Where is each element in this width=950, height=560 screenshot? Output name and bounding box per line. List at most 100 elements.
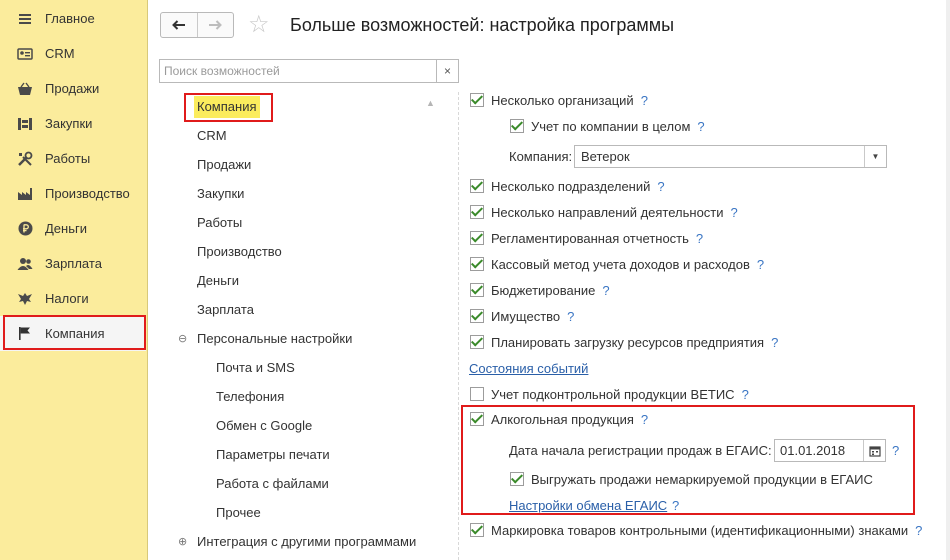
- egais-date-help: ?: [892, 443, 899, 458]
- collapse-icon[interactable]: ⊖: [178, 332, 187, 345]
- alcohol-checkbox[interactable]: [470, 412, 484, 426]
- crm-icon: [17, 46, 33, 62]
- sidebar-item-label: Главное: [45, 11, 95, 26]
- marking-checkbox[interactable]: [470, 523, 484, 537]
- regulated-reporting-checkbox[interactable]: [470, 231, 484, 245]
- tree-item-sales[interactable]: Продажи: [197, 157, 251, 172]
- multiple-directions-checkbox[interactable]: [470, 205, 484, 219]
- multiple-departments-label: Несколько подразделений?: [491, 179, 665, 194]
- vetis-checkbox[interactable]: [470, 387, 484, 401]
- help-icon[interactable]: ?: [771, 335, 778, 350]
- tree-item-integration[interactable]: Интеграция с другими программами: [197, 534, 416, 549]
- chevron-down-icon[interactable]: ▼: [864, 146, 886, 167]
- tree-item-print-settings[interactable]: Параметры печати: [216, 447, 330, 462]
- help-icon[interactable]: ?: [672, 498, 679, 513]
- events-states-link[interactable]: Состояния событий: [469, 361, 588, 376]
- sidebar-item-label: Зарплата: [45, 256, 102, 271]
- tree-item-salary[interactable]: Зарплата: [197, 302, 254, 317]
- calendar-icon[interactable]: [863, 440, 885, 461]
- help-icon[interactable]: ?: [697, 119, 704, 134]
- cash-method-checkbox[interactable]: [470, 257, 484, 271]
- tree-item-telephony[interactable]: Телефония: [216, 389, 284, 404]
- tree-item-mail-sms[interactable]: Почта и SMS: [216, 360, 295, 375]
- sidebar-item-label: Налоги: [45, 291, 89, 306]
- sidebar-item-crm[interactable]: CRM: [0, 36, 146, 71]
- unmarked-sales-checkbox[interactable]: [510, 472, 524, 486]
- tree-item-files[interactable]: Работа с файлами: [216, 476, 329, 491]
- search-clear-button[interactable]: ×: [437, 59, 459, 83]
- page-title: Больше возможностей: настройка программы: [290, 15, 675, 35]
- multiple-orgs-checkbox[interactable]: [470, 93, 484, 107]
- close-icon: ×: [443, 64, 451, 78]
- company-select[interactable]: Ветерок ▼: [574, 145, 887, 168]
- marking-label: Маркировка товаров контрольными (идентиф…: [491, 523, 923, 538]
- multiple-departments-checkbox[interactable]: [470, 179, 484, 193]
- sidebar-item-money[interactable]: Деньги: [0, 211, 146, 246]
- multiple-directions-label: Несколько направлений деятельности?: [491, 205, 738, 220]
- tree-item-personal-settings[interactable]: Персональные настройки: [197, 331, 352, 346]
- tree-item-crm[interactable]: CRM: [197, 128, 227, 143]
- resource-planning-checkbox[interactable]: [470, 335, 484, 349]
- sidebar-item-salary[interactable]: Зарплата: [0, 246, 146, 281]
- help-icon[interactable]: ?: [915, 523, 922, 538]
- scroll-up-icon[interactable]: ▲: [426, 98, 435, 108]
- search-input[interactable]: [159, 59, 437, 83]
- multiple-orgs-label: Несколько организаций?: [491, 93, 648, 108]
- vetis-label: Учет подконтрольной продукции ВЕТИС?: [491, 387, 749, 402]
- sidebar-item-works[interactable]: Работы: [0, 141, 146, 176]
- sidebar-item-label: Продажи: [45, 81, 100, 96]
- tree-item-google-exchange[interactable]: Обмен с Google: [216, 418, 312, 433]
- egais-date-input[interactable]: 01.01.2018: [774, 439, 886, 462]
- company-accounting-label: Учет по компании в целом?: [531, 119, 705, 134]
- help-icon[interactable]: ?: [641, 412, 648, 427]
- sidebar-item-company[interactable]: Компания: [0, 316, 146, 351]
- egais-date-value: 01.01.2018: [780, 443, 846, 458]
- resource-planning-label: Планировать загрузку ресурсов предприяти…: [491, 335, 779, 350]
- egais-settings-help: ?: [665, 498, 679, 513]
- sidebar-item-taxes[interactable]: Налоги: [0, 281, 146, 316]
- budgeting-label: Бюджетирование?: [491, 283, 610, 298]
- tools-icon: [17, 151, 33, 167]
- flag-icon: [17, 326, 33, 342]
- tree-item-company[interactable]: Компания: [197, 99, 257, 114]
- back-button[interactable]: [161, 13, 197, 37]
- scrollbar[interactable]: [946, 0, 950, 560]
- sidebar-item-main[interactable]: Главное: [0, 1, 146, 36]
- warehouse-icon: [17, 116, 33, 132]
- sections-panel: Главное CRM Продажи Закупки Работы Произ…: [0, 0, 148, 560]
- budgeting-checkbox[interactable]: [470, 283, 484, 297]
- help-icon[interactable]: ?: [696, 231, 703, 246]
- help-icon[interactable]: ?: [657, 179, 664, 194]
- help-icon[interactable]: ?: [641, 93, 648, 108]
- expand-icon[interactable]: ⊕: [178, 535, 187, 548]
- sidebar-item-production[interactable]: Производство: [0, 176, 146, 211]
- help-icon[interactable]: ?: [731, 205, 738, 220]
- sidebar-item-label: Закупки: [45, 116, 93, 131]
- people-icon: [17, 256, 33, 272]
- help-icon[interactable]: ?: [602, 283, 609, 298]
- help-icon[interactable]: ?: [892, 443, 899, 458]
- help-icon[interactable]: ?: [742, 387, 749, 402]
- company-accounting-checkbox[interactable]: [510, 119, 524, 133]
- tree-item-other[interactable]: Прочее: [216, 505, 261, 520]
- sidebar-item-label: Производство: [45, 186, 130, 201]
- tree-item-money[interactable]: Деньги: [197, 273, 239, 288]
- tree-item-production[interactable]: Производство: [197, 244, 282, 259]
- sidebar-item-label: Деньги: [45, 221, 87, 236]
- egais-settings-link[interactable]: Настройки обмена ЕГАИС: [509, 498, 667, 513]
- arrow-left-icon: [171, 17, 186, 33]
- sidebar-item-label: Компания: [45, 326, 105, 341]
- tree-item-works[interactable]: Работы: [197, 215, 242, 230]
- help-icon[interactable]: ?: [757, 257, 764, 272]
- forward-button[interactable]: [196, 13, 234, 37]
- cash-method-label: Кассовый метод учета доходов и расходов?: [491, 257, 765, 272]
- navigation-buttons: [160, 12, 234, 38]
- property-checkbox[interactable]: [470, 309, 484, 323]
- tree-item-purchases[interactable]: Закупки: [197, 186, 244, 201]
- sidebar-item-sales[interactable]: Продажи: [0, 71, 146, 106]
- egais-date-label: Дата начала регистрации продаж в ЕГАИС:: [509, 443, 772, 458]
- sidebar-item-purchases[interactable]: Закупки: [0, 106, 146, 141]
- star-icon[interactable]: ☆: [248, 10, 270, 39]
- help-icon[interactable]: ?: [567, 309, 574, 324]
- menu-icon: [17, 11, 33, 27]
